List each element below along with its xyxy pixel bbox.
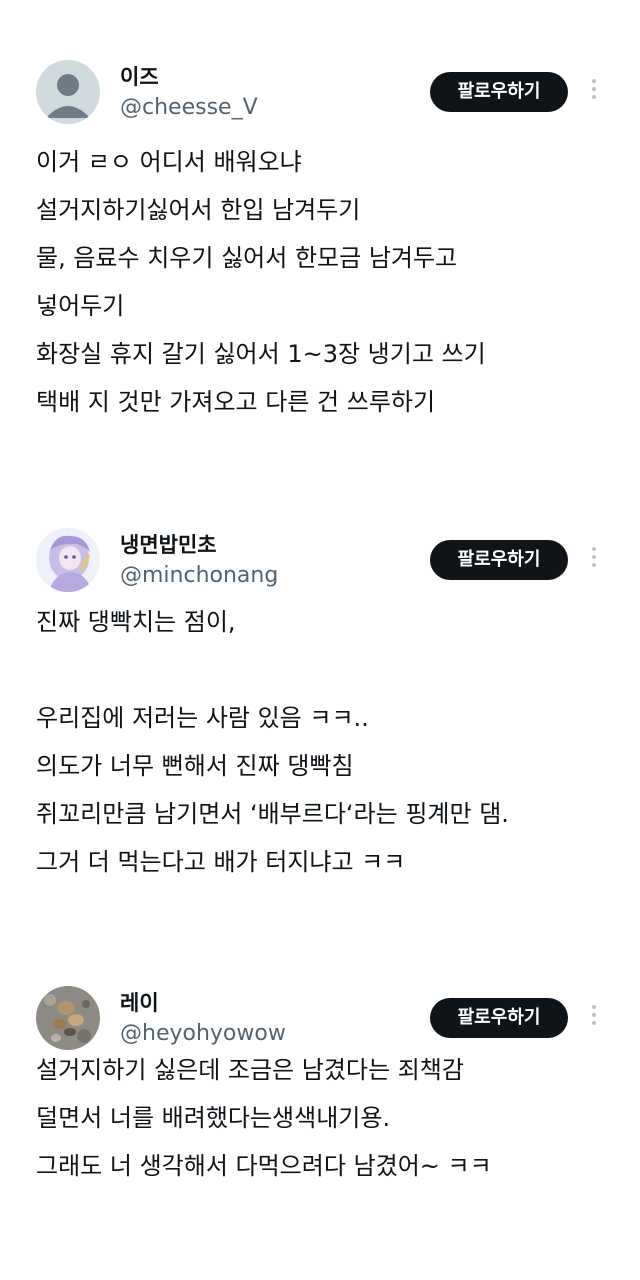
anime-character-avatar-icon: [36, 528, 100, 592]
tweet-line: 물, 음료수 치우기 싫어서 한모금 남겨두고: [36, 244, 458, 272]
avatar[interactable]: [36, 60, 100, 124]
default-person-avatar-icon: [36, 60, 100, 124]
tweet-text: 진짜 댕빡치는 점이, 우리집에 저러는 사람 있음 ㅋㅋ.. 의도가 너무 뻔…: [36, 598, 626, 886]
avatar[interactable]: [36, 528, 100, 592]
tweet-line: 설거지하기싫어서 한입 남겨두기: [36, 196, 361, 224]
tweet-feed: 이즈 @cheesse_V 팔로우하기 이거 ㄹㅇ 어디서 배워오냐 설거지하기…: [0, 0, 640, 1280]
tweet-line: 진짜 댕빡치는 점이,: [36, 608, 236, 636]
more-vertical-icon[interactable]: [584, 544, 604, 576]
tweet-text: 설거지하기 싫은데 조금은 남겼다는 죄책감 덜면서 너를 배려했다는생색내기용…: [36, 1046, 626, 1190]
tweet-line: 의도가 너무 뻔해서 진짜 댕빡침: [36, 752, 354, 780]
user-handle[interactable]: @heyohyowow: [120, 1020, 286, 1048]
follow-button[interactable]: 팔로우하기: [430, 998, 568, 1038]
tweet-line: 덜면서 너를 배려했다는생색내기용.: [36, 1104, 391, 1132]
display-name[interactable]: 레이: [120, 990, 159, 1016]
tweet-line: 넣어두기: [36, 292, 125, 320]
user-handle[interactable]: @cheesse_V: [120, 94, 258, 122]
follow-button[interactable]: 팔로우하기: [430, 540, 568, 580]
tweet-line: 이거 ㄹㅇ 어디서 배워오냐: [36, 148, 302, 176]
tweet-line: 설거지하기 싫은데 조금은 남겼다는 죄책감: [36, 1056, 464, 1084]
pebbles-photo-avatar-icon: [36, 986, 100, 1050]
tweet-line: 우리집에 저러는 사람 있음 ㅋㅋ..: [36, 704, 369, 732]
display-name[interactable]: 이즈: [120, 64, 159, 90]
tweet-text: 이거 ㄹㅇ 어디서 배워오냐 설거지하기싫어서 한입 남겨두기 물, 음료수 치…: [36, 138, 626, 426]
display-name[interactable]: 냉면밥민초: [120, 532, 217, 558]
tweet-line: 그래도 너 생각해서 다먹으려다 남겼어~ ㅋㅋ: [36, 1152, 492, 1180]
tweet-line: 화장실 휴지 갈기 싫어서 1~3장 냉기고 쓰기: [36, 340, 486, 368]
user-handle[interactable]: @minchonang: [120, 562, 278, 590]
tweet-line: 택배 지 것만 가져오고 다른 건 쓰루하기: [36, 388, 436, 416]
avatar[interactable]: [36, 986, 100, 1050]
more-vertical-icon[interactable]: [584, 76, 604, 108]
follow-button[interactable]: 팔로우하기: [430, 72, 568, 112]
tweet-line: 그거 더 먹는다고 배가 터지냐고 ㅋㅋ: [36, 848, 406, 876]
tweet-line: 쥐꼬리만큼 남기면서 ‘배부르다‘라는 핑계만 댐.: [36, 800, 509, 828]
more-vertical-icon[interactable]: [584, 1002, 604, 1034]
